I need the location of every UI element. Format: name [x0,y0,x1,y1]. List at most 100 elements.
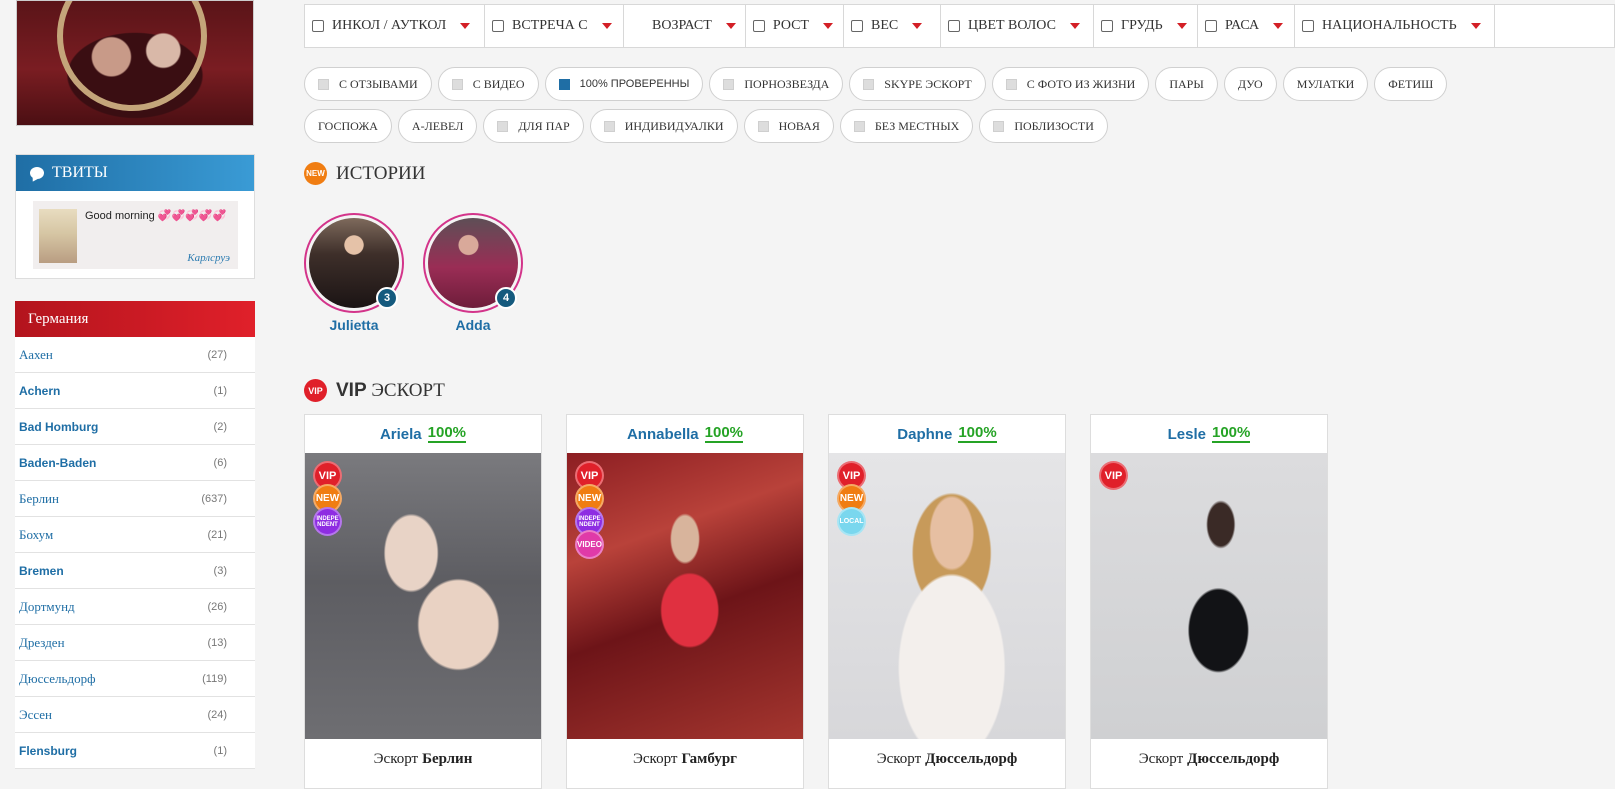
tweet-city-link[interactable]: Карлсруэ [187,252,230,264]
escort-card[interactable]: Annabella 100% VIP NEW INDEPE NDENT VIDE… [566,414,804,789]
filter-checkbox[interactable] [753,20,765,32]
city-row[interactable]: Дюссельдорф (119) [15,661,255,697]
escort-card[interactable]: Ariela 100% VIP NEW INDEPE NDENT Эскорт … [304,414,542,789]
city-name[interactable]: Эссен [19,707,52,723]
tag-fetish[interactable]: ФЕТИШ [1374,67,1448,101]
city-name[interactable]: Bad Homburg [19,420,98,434]
city-row[interactable]: Дортмунд (26) [15,589,255,625]
tag-checkbox[interactable] [1005,78,1017,90]
story-name[interactable]: Julietta [304,317,404,333]
region-header[interactable]: Германия [15,301,255,337]
chevron-down-icon[interactable] [1176,23,1187,29]
tag-real-photos[interactable]: С ФОТО ИЗ ЖИЗНИ [991,67,1150,101]
tag-a-level[interactable]: А-ЛЕВЕЛ [397,109,478,143]
filter-age[interactable]: ВОЗРАСТ [624,5,746,47]
filter-height[interactable]: РОСТ [746,5,844,47]
tag-new[interactable]: НОВАЯ [743,109,834,143]
card-photo[interactable]: VIP NEW LOCAL [829,453,1065,739]
card-photo[interactable]: VIP NEW INDEPE NDENT [305,453,541,739]
escort-card[interactable]: Lesle 100% VIP Эскорт Дюссельдорф [1090,414,1328,789]
card-name-link[interactable]: Ariela [380,426,422,443]
tag-checkbox[interactable] [603,120,615,132]
tag-independent[interactable]: ИНДИВИДУАЛКИ [589,109,738,143]
city-name[interactable]: Baden-Baden [19,456,96,470]
filter-weight[interactable]: ВЕС [844,5,941,47]
card-name-link[interactable]: Annabella [627,426,699,443]
chevron-down-icon[interactable] [912,23,923,29]
card-photo[interactable]: VIP NEW INDEPE NDENT VIDEO [567,453,803,739]
city-name[interactable]: Flensburg [19,744,77,758]
city-row[interactable]: Эссен (24) [15,697,255,733]
tag-checkbox-checked[interactable] [558,78,570,90]
chevron-down-icon[interactable] [1273,23,1284,29]
tag-video[interactable]: С ВИДЕО [437,67,539,101]
city-name[interactable]: Берлин [19,491,59,507]
tag-checkbox[interactable] [863,78,875,90]
city-name[interactable]: Дюссельдорф [19,671,96,687]
city-name[interactable]: Achern [19,384,60,398]
tag-couples[interactable]: ПАРЫ [1155,67,1218,101]
filter-checkbox[interactable] [492,20,504,32]
city-name[interactable]: Bremen [19,564,64,578]
tag-pornstar[interactable]: ПОРНОЗВЕЗДА [709,67,844,101]
filter-incall[interactable]: ИНКОЛ / АУТКОЛ [305,5,485,47]
tag-checkbox[interactable] [757,120,769,132]
tag-checkbox[interactable] [853,120,865,132]
tag-checkbox[interactable] [723,78,735,90]
tag-skype[interactable]: SKYPE ЭСКОРТ [849,67,986,101]
chevron-down-icon[interactable] [601,23,612,29]
escort-card[interactable]: Daphne 100% VIP NEW LOCAL Эскорт Дюссель… [828,414,1066,789]
tweet-item[interactable]: Good morning 💞💞💞💞💞 Карлсруэ [33,201,238,269]
tag-checkbox[interactable] [993,120,1005,132]
tag-for-couples[interactable]: ДЛЯ ПАР [483,109,584,143]
filter-checkbox[interactable] [1205,20,1217,32]
filter-checkbox[interactable] [851,20,863,32]
city-name[interactable]: Дортмунд [19,599,75,615]
story-item[interactable]: 4 Adda [423,213,523,333]
filter-hair-color[interactable]: ЦВЕТ ВОЛОС [941,5,1094,47]
tag-verified[interactable]: 100% ПРОВЕРЕННЫ [544,67,704,101]
chevron-down-icon[interactable] [460,23,471,29]
city-row[interactable]: Achern (1) [15,373,255,409]
card-name-link[interactable]: Daphne [897,426,952,443]
city-row[interactable]: Bremen (3) [15,553,255,589]
city-row[interactable]: Flensburg (1) [15,733,255,769]
story-ring[interactable]: 4 [423,213,523,313]
tag-mistress[interactable]: ГОСПОЖА [304,109,392,143]
tag-checkbox[interactable] [318,78,329,90]
filter-checkbox[interactable] [1302,20,1314,32]
featured-photo[interactable] [16,0,254,126]
filter-meet-with[interactable]: ВСТРЕЧА С [485,5,624,47]
avatar[interactable] [39,209,77,263]
filter-nationality[interactable]: НАЦИОНАЛЬНОСТЬ [1295,5,1495,47]
city-name[interactable]: Бохум [19,527,53,543]
city-row[interactable]: Baden-Baden (6) [15,445,255,481]
tag-reviews[interactable]: С ОТЗЫВАМИ [304,67,432,101]
city-row[interactable]: Bad Homburg (2) [15,409,255,445]
card-city[interactable]: Гамбург [681,751,737,768]
story-item[interactable]: 3 Julietta [304,213,404,333]
city-row[interactable]: Дрезден (13) [15,625,255,661]
story-ring[interactable]: 3 [304,213,404,313]
city-row[interactable]: Аахен (27) [15,337,255,373]
chevron-down-icon[interactable] [725,23,736,29]
tag-no-locals[interactable]: БЕЗ МЕСТНЫХ [839,109,974,143]
card-city[interactable]: Дюссельдорф [1187,751,1279,768]
filter-breast[interactable]: ГРУДЬ [1094,5,1198,47]
tag-mulatto[interactable]: МУЛАТКИ [1282,67,1369,101]
card-photo[interactable]: VIP [1091,453,1327,739]
chevron-down-icon[interactable] [823,23,833,29]
tag-checkbox[interactable] [451,78,463,90]
filter-checkbox[interactable] [1101,20,1113,32]
city-name[interactable]: Дрезден [19,635,65,651]
tag-duo[interactable]: ДУО [1223,67,1277,101]
city-row[interactable]: Бохум (21) [15,517,255,553]
story-name[interactable]: Adda [423,317,523,333]
tag-nearby[interactable]: ПОБЛИЗОСТИ [979,109,1108,143]
filter-checkbox[interactable] [312,20,324,32]
tag-checkbox[interactable] [497,120,509,132]
card-name-link[interactable]: Lesle [1168,426,1206,443]
chevron-down-icon[interactable] [1470,23,1481,29]
card-city[interactable]: Дюссельдорф [925,751,1017,768]
filter-race[interactable]: РАСА [1198,5,1295,47]
